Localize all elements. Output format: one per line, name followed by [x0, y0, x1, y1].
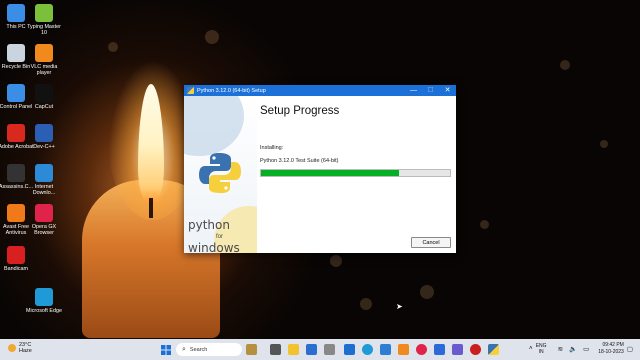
- mail-icon[interactable]: [344, 344, 355, 355]
- bokeh-light: [480, 220, 489, 229]
- setup-window: Python 3.12.0 (64-bit) Setup — ☐ ✕ pytho…: [184, 85, 456, 253]
- taskbar-search-box[interactable]: ⌕ Search: [176, 343, 242, 356]
- desktop-icon-label: CapCut: [34, 104, 54, 110]
- file-explorer-icon[interactable]: [288, 344, 299, 355]
- windows-start-icon[interactable]: [160, 344, 171, 355]
- acrobat-icon: [7, 124, 25, 142]
- lang-line2: IN: [538, 348, 544, 355]
- clock[interactable]: 09:42 PM 18-10-2023: [598, 342, 624, 355]
- install-progress-bar: [260, 169, 451, 177]
- desktop-icon-label: VLC media player: [30, 64, 58, 77]
- weather-widget[interactable]: 23°C Haze: [8, 342, 32, 354]
- search-placeholder: Search: [189, 346, 208, 353]
- bokeh-light: [600, 140, 608, 148]
- installing-label: Installing:: [260, 145, 284, 151]
- vlc-icon: [35, 44, 53, 62]
- bokeh-light: [560, 60, 570, 70]
- desktop-icon-label: Dev-C++: [33, 144, 55, 150]
- assassins-creed-icon: [7, 164, 25, 182]
- monitor-icon: [7, 4, 25, 22]
- weather-desc: Haze: [19, 348, 32, 354]
- maximize-button[interactable]: ☐: [422, 85, 439, 96]
- cancel-button[interactable]: Cancel: [411, 237, 451, 248]
- wifi-icon[interactable]: ≋: [558, 345, 563, 353]
- desktop-icon-label: Opera GX Browser: [31, 224, 57, 237]
- edge-taskbar-icon[interactable]: [362, 344, 373, 355]
- battery-icon[interactable]: ▭: [583, 345, 589, 353]
- desktop-icon[interactable]: VLC media player: [25, 44, 63, 76]
- dropbox-icon[interactable]: [434, 344, 445, 355]
- recycle-bin-icon: [7, 44, 25, 62]
- installer-side-panel: python for windows: [184, 96, 257, 253]
- decor-swirl: [184, 96, 244, 156]
- volume-icon[interactable]: 🔈: [569, 345, 577, 353]
- devcpp-icon: [35, 124, 53, 142]
- desktop-icon[interactable]: Dev-C++: [25, 124, 63, 150]
- notification-icon[interactable]: ▢: [627, 345, 633, 353]
- close-button[interactable]: ✕: [439, 85, 456, 96]
- vlc-taskbar-icon[interactable]: [398, 344, 409, 355]
- app-window-icon[interactable]: [324, 344, 335, 355]
- desktop-icon[interactable]: Microsoft Edge: [25, 288, 63, 314]
- desktop-icon-label: Internet Downlo...: [32, 184, 56, 197]
- avast-icon: [7, 204, 25, 222]
- bokeh-light: [360, 298, 372, 310]
- app-taskbar-icon[interactable]: [452, 344, 463, 355]
- minimize-button[interactable]: —: [405, 85, 422, 96]
- brand-python: python: [188, 218, 230, 232]
- page-title: Setup Progress: [260, 105, 340, 117]
- mouse-cursor-icon: ➤: [396, 302, 403, 311]
- red-app-taskbar-icon[interactable]: [470, 344, 481, 355]
- clock-time: 09:42 PM: [602, 342, 624, 348]
- edge-icon: [35, 288, 53, 306]
- brand-for: for: [216, 234, 224, 240]
- capcut-icon: [35, 84, 53, 102]
- taskbar: 23°C Haze ⌕ Search ˄ ENG IN ≋ 🔈 ▭ 09:42 …: [0, 339, 640, 360]
- desktop-icon[interactable]: Internet Downlo...: [25, 164, 63, 196]
- system-tray: ˄ ENG IN ≋ 🔈 ▭ 09:42 PM 18-10-2023 ▢: [526, 342, 636, 355]
- window-titlebar[interactable]: Python 3.12.0 (64-bit) Setup — ☐ ✕: [184, 85, 456, 96]
- python-setup-taskbar-icon[interactable]: [488, 344, 499, 355]
- input-language[interactable]: ENG IN: [536, 343, 547, 355]
- idm-icon: [35, 164, 53, 182]
- media-app-icon[interactable]: [306, 344, 317, 355]
- task-view-icon[interactable]: [270, 344, 281, 355]
- window-title: Python 3.12.0 (64-bit) Setup: [197, 87, 266, 94]
- desktop-icon[interactable]: Opera GX Browser: [25, 204, 63, 236]
- desktop-icon-label: Typing Master 10: [27, 24, 61, 37]
- store-icon[interactable]: [380, 344, 391, 355]
- desktop-icon[interactable]: Typing Master 10: [25, 4, 63, 36]
- desktop-icon[interactable]: CapCut: [25, 84, 63, 110]
- chevron-up-icon[interactable]: ˄: [529, 345, 533, 352]
- sun-icon: [8, 344, 16, 352]
- search-icon: ⌕: [182, 345, 186, 353]
- brand-windows: windows: [188, 241, 240, 253]
- control-panel-icon: [7, 84, 25, 102]
- news-widget-icon[interactable]: [246, 344, 257, 355]
- opera-gx-taskbar-icon[interactable]: [416, 344, 427, 355]
- clock-date: 18-10-2023: [598, 348, 624, 355]
- desktop-icon-label: Microsoft Edge: [26, 308, 62, 314]
- opera-gx-icon: [35, 204, 53, 222]
- bokeh-light: [205, 30, 219, 44]
- lang-line1: ENG: [535, 342, 547, 349]
- bandicam-icon: [7, 246, 25, 264]
- typing-master-icon: [35, 4, 53, 22]
- candle-wick: [149, 198, 153, 218]
- bokeh-light: [108, 42, 118, 52]
- desktop-icon[interactable]: Bandicam: [0, 246, 35, 272]
- progress-fill: [261, 170, 399, 176]
- bokeh-light: [330, 255, 342, 267]
- current-package-label: Python 3.12.0 Test Suite (64-bit): [260, 158, 339, 164]
- python-logo-icon: [199, 153, 241, 193]
- desktop-icon-label: Bandicam: [4, 266, 28, 272]
- python-app-icon: [187, 87, 194, 94]
- bokeh-light: [420, 285, 434, 299]
